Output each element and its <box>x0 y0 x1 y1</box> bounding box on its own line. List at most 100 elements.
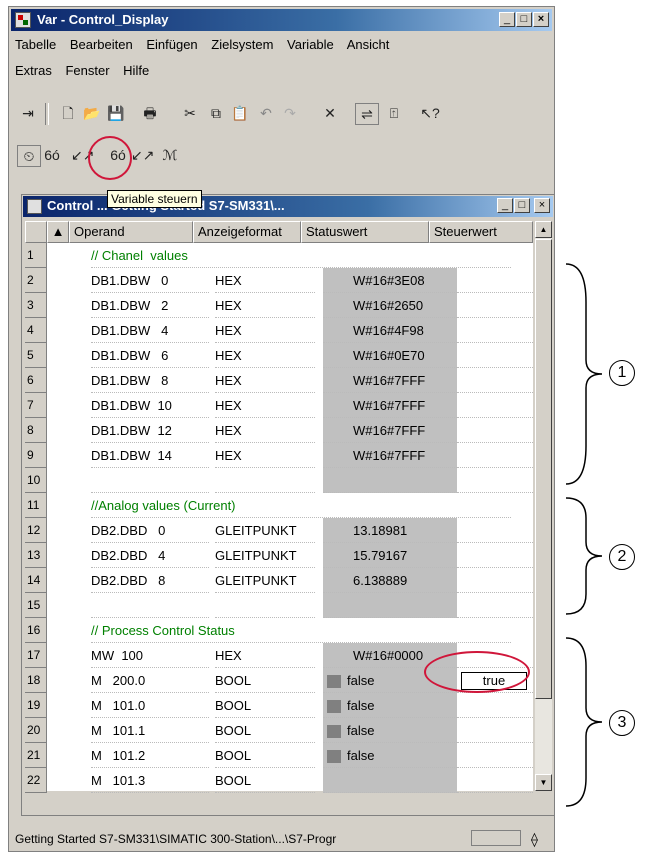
format-cell[interactable]: BOOL <box>215 743 315 768</box>
copy-icon[interactable]: ⧉ <box>205 103 227 123</box>
operand-cell[interactable]: MW 100 <box>91 643 209 668</box>
undo-icon[interactable]: ↶ <box>255 103 277 123</box>
row-number[interactable]: 5 <box>25 343 47 368</box>
status-value-cell[interactable] <box>323 768 457 793</box>
operand-cell[interactable]: DB1.DBW 2 <box>91 293 209 318</box>
close-button[interactable]: × <box>533 12 549 27</box>
row-number[interactable]: 21 <box>25 743 47 768</box>
menu-tabelle[interactable]: Tabelle <box>15 37 56 52</box>
operand-cell[interactable]: M 101.2 <box>91 743 209 768</box>
format-cell[interactable]: HEX <box>215 268 315 293</box>
table-row[interactable]: 11 //Analog values (Current) <box>25 493 533 518</box>
format-cell[interactable]: BOOL <box>215 693 315 718</box>
header-display-format[interactable]: Anzeigeformat <box>193 221 301 243</box>
status-value-cell[interactable]: false <box>323 693 457 718</box>
table-title-bar[interactable]: Control ... Getting Started S7-SM331\...… <box>23 196 553 217</box>
row-number[interactable]: 1 <box>25 243 47 268</box>
open-folder-icon[interactable]: 📂 <box>81 103 103 123</box>
minimize-button[interactable]: _ <box>499 12 515 27</box>
format-cell[interactable] <box>215 593 315 618</box>
row-number[interactable]: 7 <box>25 393 47 418</box>
operand-cell[interactable]: DB2.DBD 8 <box>91 568 209 593</box>
status-value-cell[interactable]: W#16#7FFF <box>323 418 457 443</box>
table-row[interactable]: 14 DB2.DBD 8 GLEITPUNKT 6.138889 <box>25 568 533 593</box>
row-number[interactable]: 15 <box>25 593 47 618</box>
row-number[interactable]: 12 <box>25 518 47 543</box>
status-value-cell[interactable]: 15.79167 <box>323 543 457 568</box>
format-cell[interactable]: HEX <box>215 343 315 368</box>
operand-cell[interactable]: DB1.DBW 4 <box>91 318 209 343</box>
menu-einfuegen[interactable]: Einfügen <box>146 37 197 52</box>
control-value-cell[interactable] <box>457 518 533 543</box>
table-row[interactable]: 6 DB1.DBW 8 HEX W#16#7FFF <box>25 368 533 393</box>
table-close-button[interactable]: × <box>534 198 550 213</box>
format-cell[interactable]: HEX <box>215 293 315 318</box>
format-cell[interactable]: HEX <box>215 318 315 343</box>
operand-cell[interactable]: DB1.DBW 8 <box>91 368 209 393</box>
table-row[interactable]: 7 DB1.DBW 10 HEX W#16#7FFF <box>25 393 533 418</box>
status-value-cell[interactable]: false <box>323 743 457 768</box>
table-window-icon[interactable] <box>27 199 42 214</box>
table-row[interactable]: 20 M 101.1 BOOL false <box>25 718 533 743</box>
table-row[interactable]: 4 DB1.DBW 4 HEX W#16#4F98 <box>25 318 533 343</box>
operand-cell[interactable]: M 200.0 <box>91 668 209 693</box>
table-row[interactable]: 3 DB1.DBW 2 HEX W#16#2650 <box>25 293 533 318</box>
title-bar[interactable]: Var - Control_Display _ □ × <box>11 9 552 31</box>
operand-cell[interactable]: DB1.DBW 6 <box>91 343 209 368</box>
operand-cell[interactable] <box>91 593 209 618</box>
table-row[interactable]: 12 DB2.DBD 0 GLEITPUNKT 13.18981 <box>25 518 533 543</box>
trigger-icon[interactable]: ⏲ <box>17 145 41 167</box>
status-value-cell[interactable]: W#16#3E08 <box>323 268 457 293</box>
header-status-value[interactable]: Statuswert <box>301 221 429 243</box>
row-number[interactable]: 14 <box>25 568 47 593</box>
row-number[interactable]: 13 <box>25 543 47 568</box>
control-value-cell[interactable] <box>457 318 533 343</box>
comment-cell[interactable]: //Analog values (Current) <box>91 493 511 518</box>
control-value-cell[interactable] <box>457 693 533 718</box>
control-value-cell[interactable] <box>457 343 533 368</box>
station-icon[interactable]: ⍐ <box>383 103 405 123</box>
format-cell[interactable]: BOOL <box>215 768 315 793</box>
format-cell[interactable]: GLEITPUNKT <box>215 568 315 593</box>
row-number[interactable]: 8 <box>25 418 47 443</box>
control-value-cell[interactable] <box>457 443 533 468</box>
format-cell[interactable]: HEX <box>215 418 315 443</box>
menu-fenster[interactable]: Fenster <box>65 63 109 78</box>
format-cell[interactable]: GLEITPUNKT <box>215 518 315 543</box>
menu-variable[interactable]: Variable <box>287 37 334 52</box>
table-minimize-button[interactable]: _ <box>497 198 513 213</box>
maximize-button[interactable]: □ <box>516 12 532 27</box>
comment-cell[interactable]: // Process Control Status <box>91 618 511 643</box>
scroll-up-icon[interactable]: ▲ <box>535 221 552 238</box>
control-value-cell[interactable] <box>457 368 533 393</box>
scroll-down-icon[interactable]: ▼ <box>535 774 552 791</box>
format-cell[interactable]: HEX <box>215 393 315 418</box>
online-icon[interactable]: ⇌ <box>355 103 379 125</box>
status-value-cell[interactable]: W#16#7FFF <box>323 443 457 468</box>
table-row[interactable]: 19 M 101.0 BOOL false <box>25 693 533 718</box>
monitor-variable-icon[interactable]: 6ó <box>41 145 63 165</box>
comment-cell[interactable]: // Chanel values <box>91 243 511 268</box>
control-value-cell[interactable] <box>457 268 533 293</box>
row-number[interactable]: 3 <box>25 293 47 318</box>
delete-icon[interactable]: ✕ <box>319 103 341 123</box>
new-file-icon[interactable]: 🗋 <box>57 103 79 123</box>
status-value-cell[interactable]: false <box>323 718 457 743</box>
force-icon[interactable]: ℳ <box>159 145 181 165</box>
control-value-cell[interactable] <box>457 568 533 593</box>
table-maximize-button[interactable]: □ <box>514 198 530 213</box>
table-row[interactable]: 9 DB1.DBW 14 HEX W#16#7FFF <box>25 443 533 468</box>
cut-icon[interactable]: ✂ <box>179 103 201 123</box>
row-number[interactable]: 18 <box>25 668 47 693</box>
table-row[interactable]: 22 M 101.3 BOOL <box>25 768 533 793</box>
pin-icon[interactable]: ⇥ <box>17 103 39 123</box>
row-number[interactable]: 4 <box>25 318 47 343</box>
format-cell[interactable] <box>215 468 315 493</box>
row-number[interactable]: 10 <box>25 468 47 493</box>
vertical-scrollbar[interactable]: ▲ ▼ <box>535 221 552 791</box>
scroll-thumb[interactable] <box>535 239 552 699</box>
control-value-cell[interactable] <box>457 418 533 443</box>
sort-icon[interactable]: ▲ <box>47 221 69 243</box>
row-number[interactable]: 20 <box>25 718 47 743</box>
header-operand[interactable]: Operand <box>69 221 193 243</box>
